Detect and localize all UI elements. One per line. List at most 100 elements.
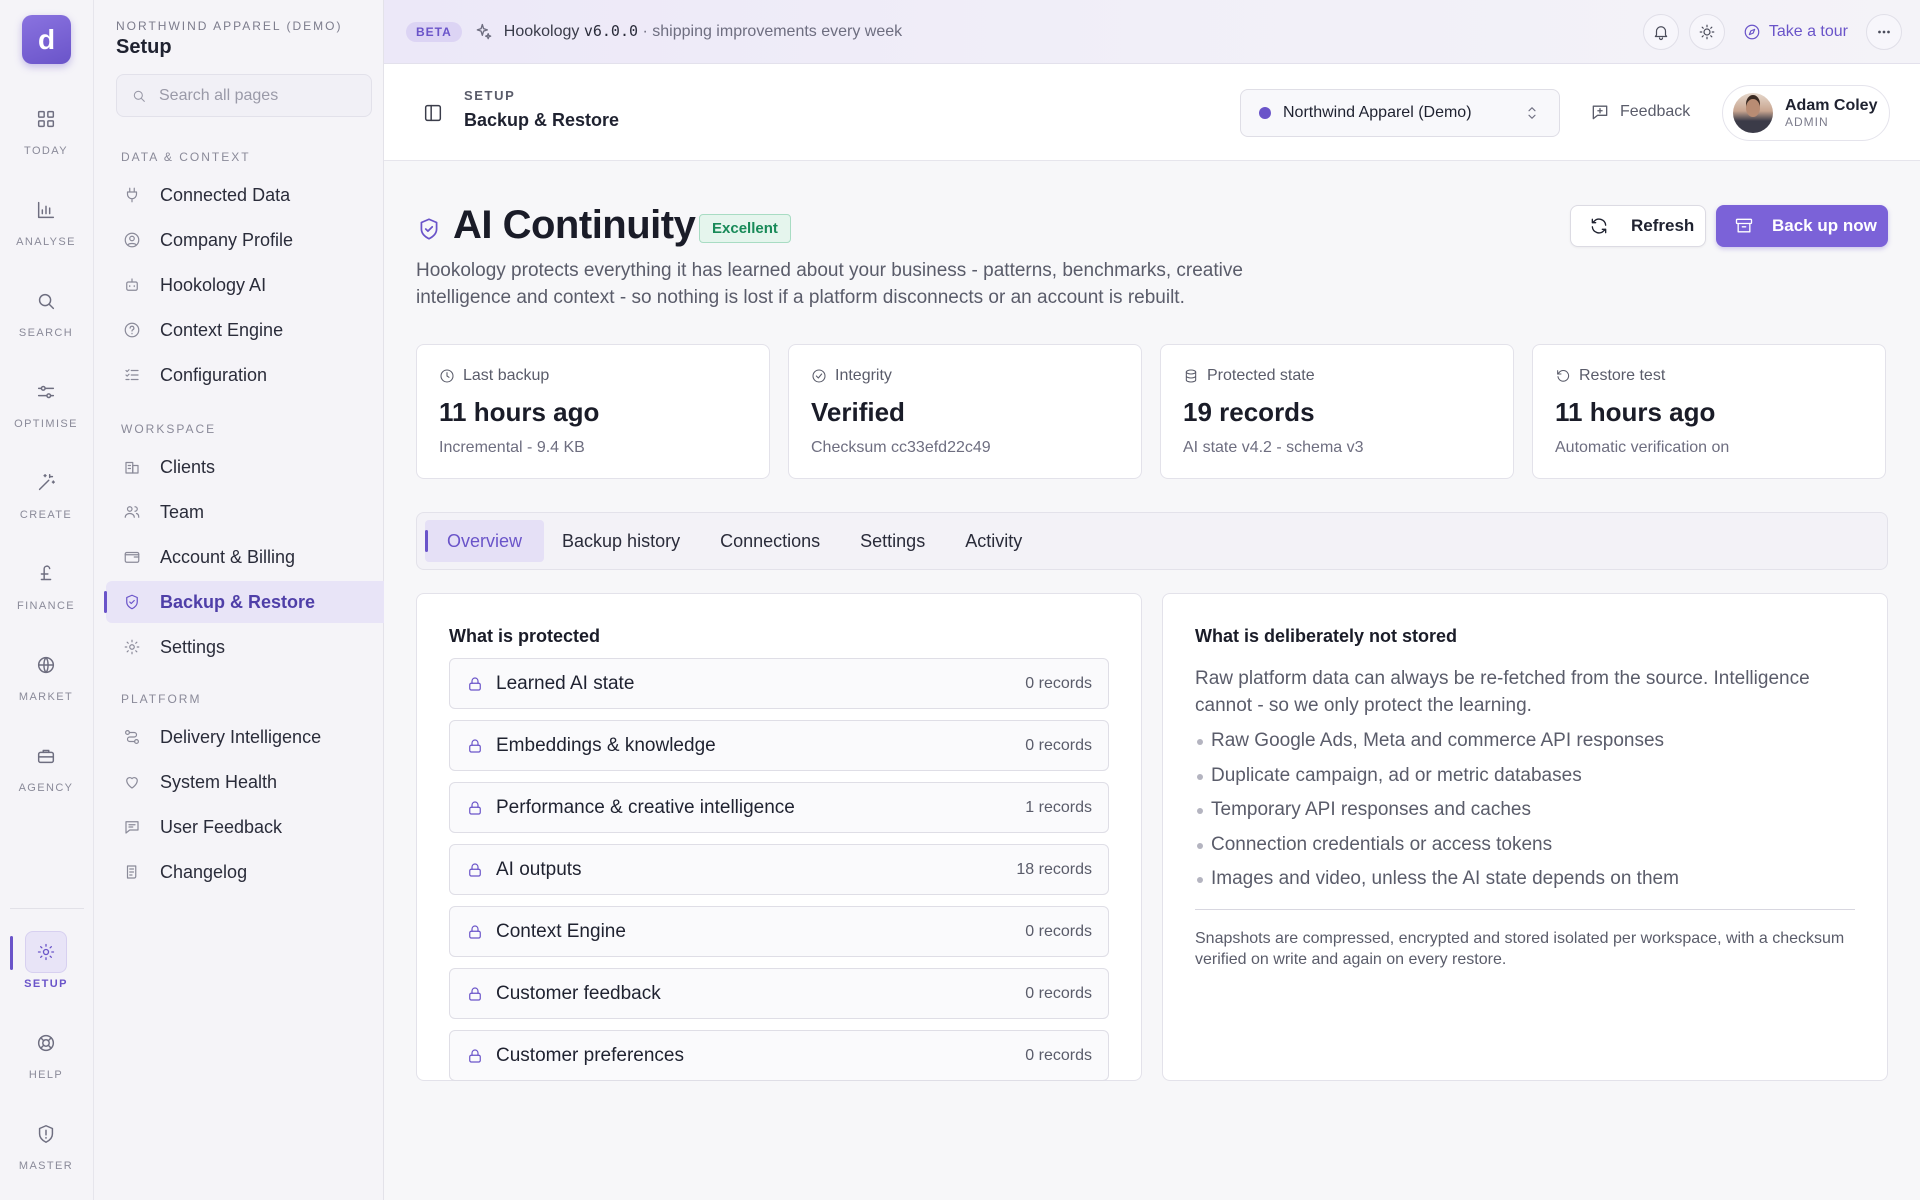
sidebar-item-label: Connected Data <box>160 184 291 205</box>
rail-item-market[interactable]: MARKET <box>0 644 92 718</box>
rail-item-analyse[interactable]: ANALYSE <box>0 189 92 263</box>
refresh-icon <box>1589 216 1609 236</box>
app-logo[interactable]: d <box>22 15 71 64</box>
check-circle-icon <box>811 368 827 384</box>
sidebar-item-label: Account & Billing <box>160 546 296 567</box>
sidebar-item-settings[interactable]: Settings <box>106 626 384 668</box>
tab-connections[interactable]: Connections <box>698 520 842 562</box>
breadcrumb[interactable]: SETUP <box>464 88 515 103</box>
status-badge: Excellent <box>699 214 791 243</box>
sidebar-item-clients[interactable]: Clients <box>106 446 384 488</box>
rail-label: ANALYSE <box>16 236 76 248</box>
record-name: Learned AI state <box>496 672 635 694</box>
feedback-button[interactable]: Feedback <box>1590 102 1690 122</box>
list-item[interactable]: Performance & creative intelligence 1 re… <box>449 782 1109 833</box>
main-content: AI Continuity Excellent Hookology protec… <box>384 161 1920 1200</box>
beta-banner: BETA Hookology v6.0.0 · shipping improve… <box>384 0 1920 64</box>
rail-item-optimise[interactable]: OPTIMISE <box>0 371 92 445</box>
heart-icon <box>122 772 142 792</box>
sidebar-item-account-billing[interactable]: Account & Billing <box>106 536 384 578</box>
lock-icon <box>466 861 484 879</box>
more-menu-button[interactable] <box>1866 14 1902 50</box>
shield-check-icon <box>416 216 442 242</box>
rail-item-setup[interactable]: SETUP <box>0 931 92 1005</box>
rail-divider <box>10 908 84 909</box>
stat-value: 11 hours ago <box>439 397 600 427</box>
refresh-button[interactable]: Refresh <box>1570 205 1706 247</box>
list-item[interactable]: Embeddings & knowledge 0 records <box>449 720 1109 771</box>
tagline: · shipping improvements every week <box>642 23 903 40</box>
user-role: ADMIN <box>1785 115 1829 129</box>
sidebar-item-company-profile[interactable]: Company Profile <box>106 219 384 261</box>
rail-item-help[interactable]: HELP <box>0 1022 92 1096</box>
stat-card-integrity: Integrity Verified Checksum cc33efd22c49 <box>788 344 1142 479</box>
sidebar-item-team[interactable]: Team <box>106 491 384 533</box>
stat-label: Last backup <box>463 367 550 384</box>
tab-settings[interactable]: Settings <box>838 520 947 562</box>
sidebar-item-backup-restore[interactable]: Backup & Restore <box>104 581 384 623</box>
theme-toggle-button[interactable] <box>1688 14 1725 50</box>
stat-value: 11 hours ago <box>1555 397 1716 427</box>
stat-label: Restore test <box>1579 367 1666 384</box>
sidebar-search[interactable] <box>116 74 372 117</box>
page-title: AI Continuity <box>453 203 696 247</box>
sidebar-toggle-button[interactable] <box>422 102 444 124</box>
sidebar-item-configuration[interactable]: Configuration <box>106 354 384 396</box>
stat-sub: Incremental - 9.4 KB <box>439 439 585 456</box>
workspace-selector[interactable]: Northwind Apparel (Demo) <box>1240 89 1560 137</box>
org-name: NORTHWIND APPAREL (DEMO) <box>116 19 343 33</box>
sliders-icon <box>25 371 67 413</box>
sidebar-item-label: Clients <box>160 456 216 477</box>
rail-item-master[interactable]: MASTER <box>0 1113 92 1187</box>
sidebar-item-delivery-intelligence[interactable]: Delivery Intelligence <box>106 716 384 758</box>
back-up-now-button[interactable]: Back up now <box>1716 205 1888 247</box>
rail-label: FINANCE <box>16 600 76 612</box>
gear-icon <box>122 637 142 657</box>
stat-card-restore-test: Restore test 11 hours ago Automatic veri… <box>1532 344 1886 479</box>
pound-icon <box>25 553 67 595</box>
rail-item-agency[interactable]: AGENCY <box>0 735 92 809</box>
stat-value: Verified <box>811 397 905 427</box>
sidebar-title: Setup <box>116 36 172 58</box>
sidebar-item-user-feedback[interactable]: User Feedback <box>106 806 384 848</box>
tab-backup-history[interactable]: Backup history <box>540 520 702 562</box>
rail-item-create[interactable]: CREATE <box>0 462 92 536</box>
rail-label: SEARCH <box>18 327 74 339</box>
rail-item-finance[interactable]: FINANCE <box>0 553 92 627</box>
record-count: 0 records <box>1025 984 1092 1002</box>
bar-chart-icon <box>25 189 67 231</box>
list-item[interactable]: AI outputs 18 records <box>449 844 1109 895</box>
sidebar-item-connected-data[interactable]: Connected Data <box>106 174 384 216</box>
panel-title: What is deliberately not stored <box>1195 626 1458 646</box>
message-square-icon <box>122 817 142 837</box>
tab-overview[interactable]: Overview <box>425 520 545 562</box>
sidebar-item-changelog[interactable]: Changelog <box>106 851 384 893</box>
list-item[interactable]: Customer preferences 0 records <box>449 1030 1109 1081</box>
page-header: SETUP Backup & Restore Northwind Apparel… <box>384 64 1920 161</box>
record-count: 0 records <box>1025 736 1092 754</box>
rail-item-search[interactable]: SEARCH <box>0 280 92 354</box>
user-circle-icon <box>122 230 142 250</box>
sidebar-item-hookology-ai[interactable]: Hookology AI <box>106 264 384 306</box>
list-item[interactable]: Customer feedback 0 records <box>449 968 1109 1019</box>
search-input[interactable] <box>159 86 359 105</box>
take-tour-button[interactable]: Take a tour <box>1735 23 1856 41</box>
record-name: Embeddings & knowledge <box>496 734 716 756</box>
sun-icon <box>1698 23 1716 41</box>
rail-label: CREATE <box>19 509 73 521</box>
tab-activity[interactable]: Activity <box>943 520 1044 562</box>
workspace-name: Northwind Apparel (Demo) <box>1283 104 1472 121</box>
stat-card-last-backup: Last backup 11 hours ago Incremental - 9… <box>416 344 770 479</box>
rotate-ccw-icon <box>1555 368 1571 384</box>
scroll-icon <box>122 862 142 882</box>
list-item[interactable]: Context Engine 0 records <box>449 906 1109 957</box>
sidebar-item-context-engine[interactable]: Context Engine <box>106 309 384 351</box>
sidebar-item-system-health[interactable]: System Health <box>106 761 384 803</box>
user-info: Adam Coley ADMIN <box>1773 97 1877 129</box>
panel-left-icon <box>422 102 444 124</box>
rail-item-today[interactable]: TODAY <box>0 98 92 172</box>
notifications-button[interactable] <box>1642 14 1679 50</box>
record-name: Performance & creative intelligence <box>496 796 795 818</box>
list-item[interactable]: Learned AI state 0 records <box>449 658 1109 709</box>
user-menu[interactable]: Adam Coley ADMIN <box>1722 85 1890 141</box>
